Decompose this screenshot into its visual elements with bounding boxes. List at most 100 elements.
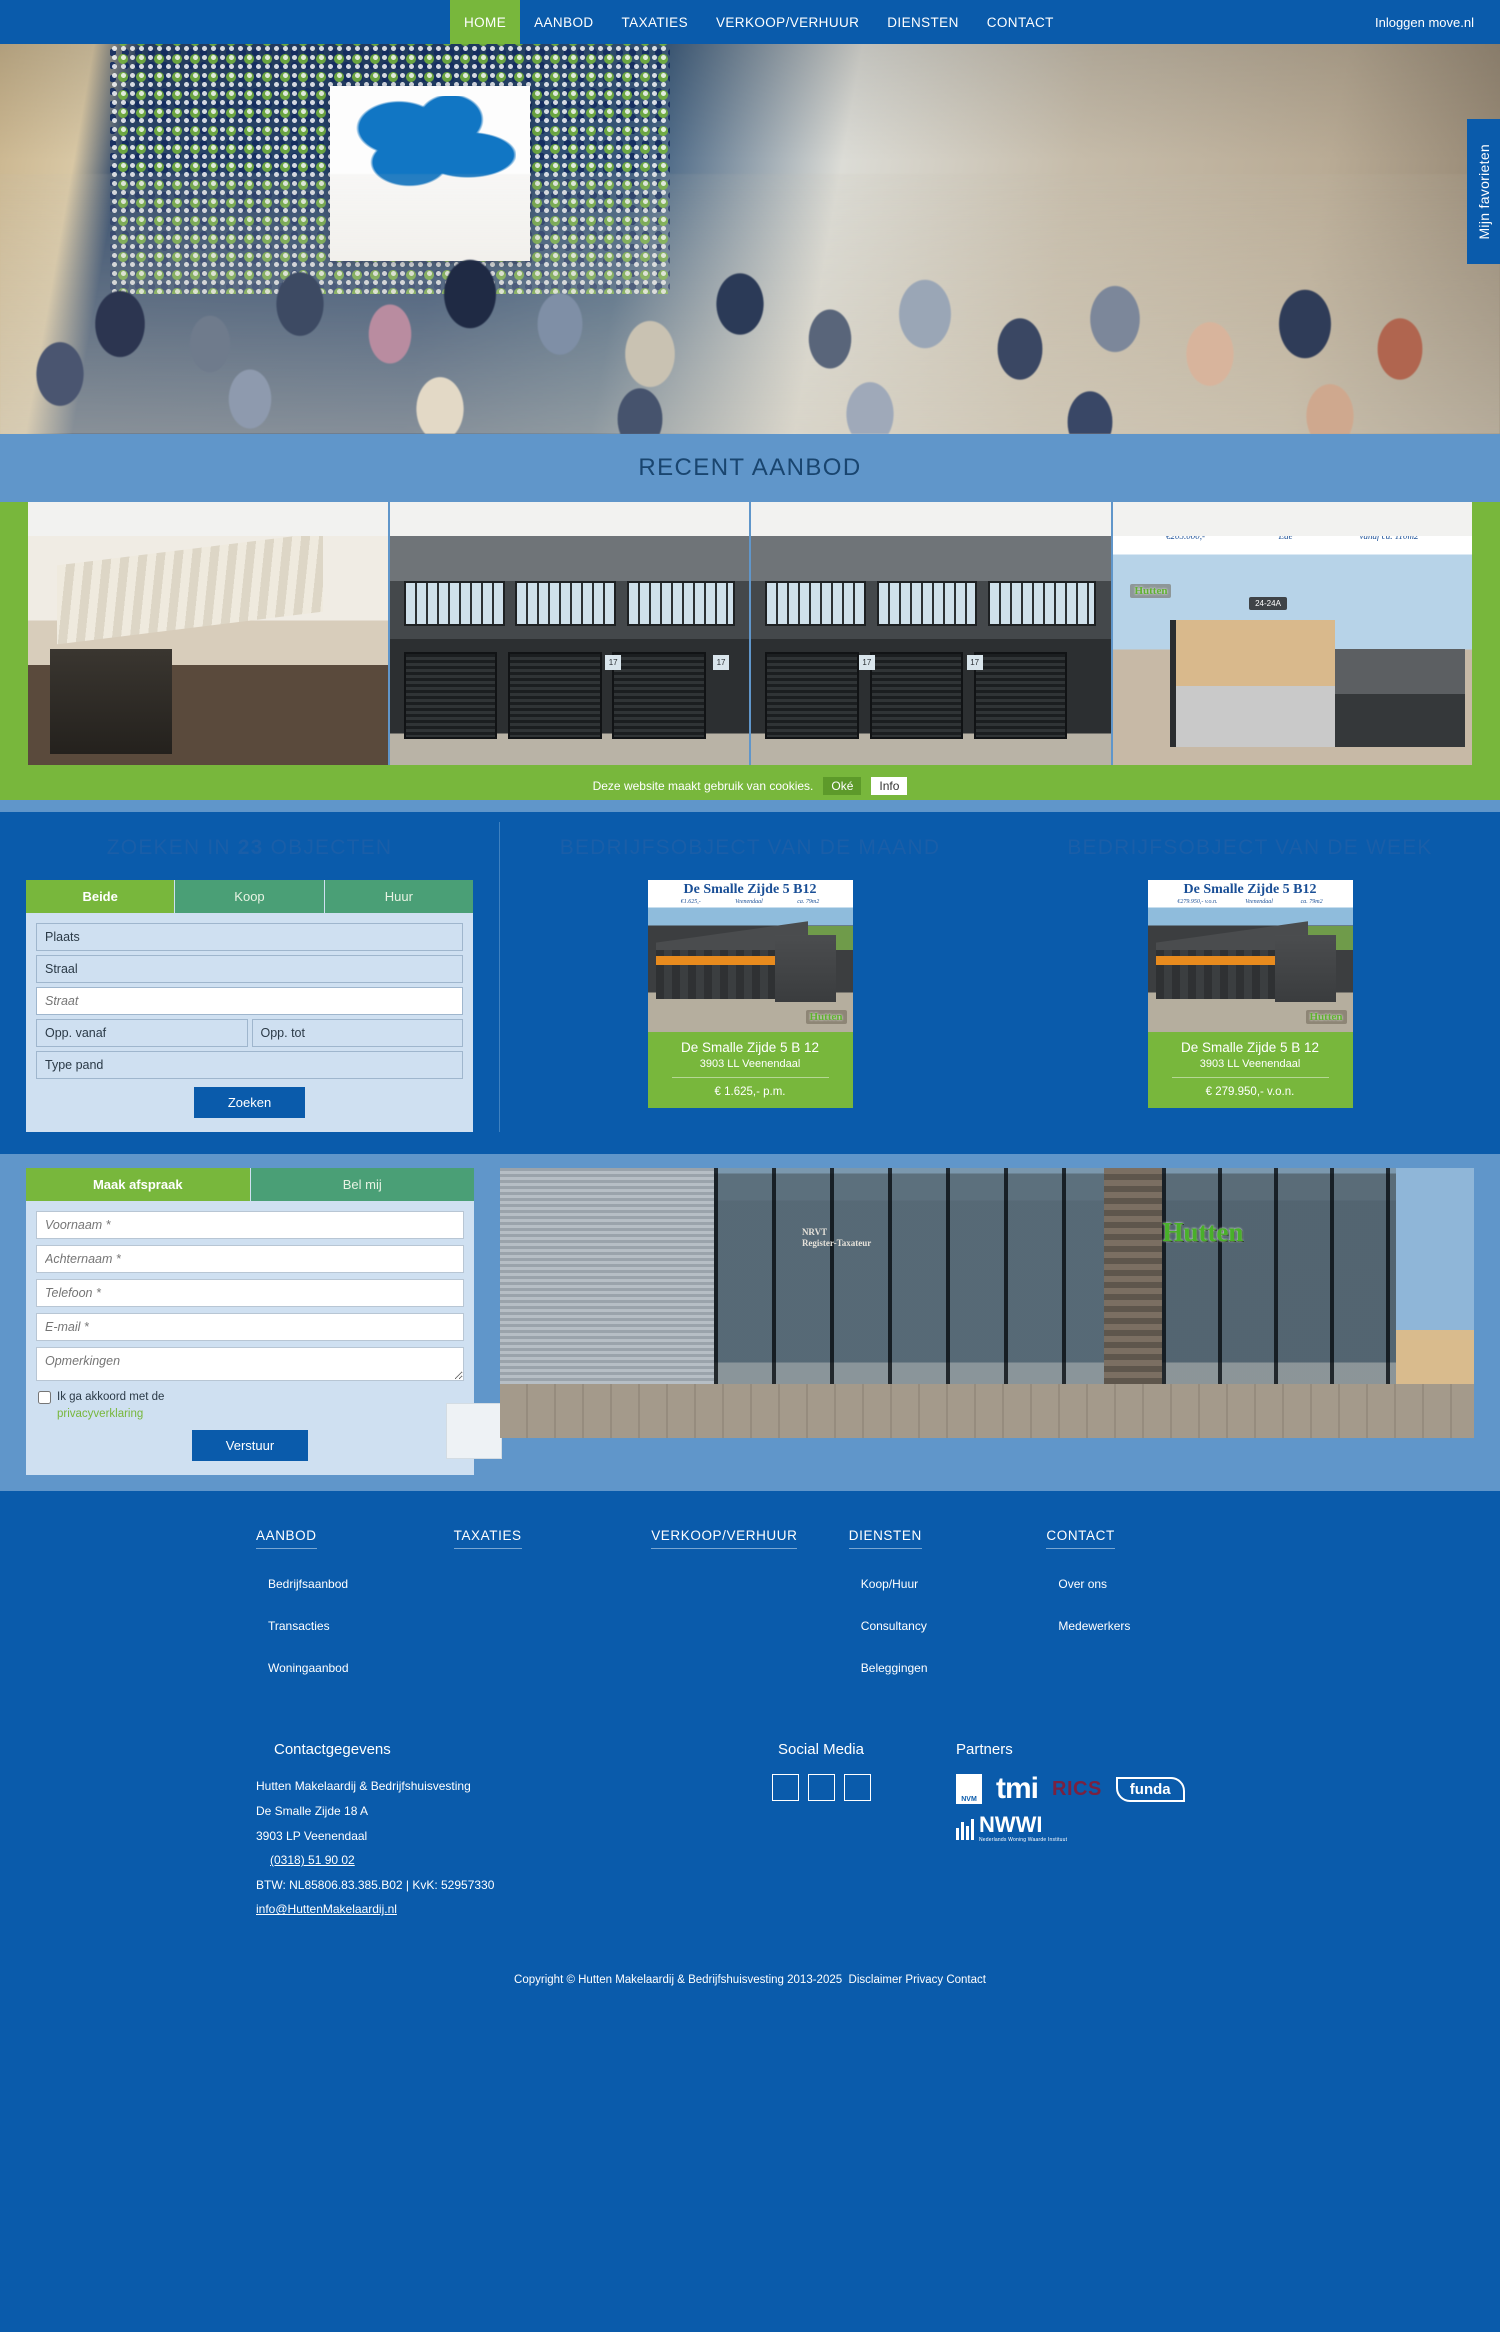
footer-email-link[interactable]: info@HuttenMakelaardij.nl — [256, 1902, 397, 1916]
recent-card-1-header — [28, 502, 388, 536]
nwwi-logo-text: NWWI — [979, 1812, 1043, 1838]
featured-week-side — [1274, 934, 1337, 1002]
recent-card-1[interactable] — [28, 502, 390, 765]
footer-phone-link[interactable]: (0318) 51 90 02 — [270, 1853, 355, 1867]
rics-logo-icon[interactable]: RICS — [1052, 1778, 1102, 1801]
office-glass-left — [714, 1168, 1104, 1384]
search-submit-button[interactable]: Zoeken — [193, 1087, 306, 1118]
privacy-checkbox[interactable] — [38, 1391, 51, 1404]
twitter-icon[interactable] — [843, 1774, 871, 1802]
search-select-opp-vanaf[interactable]: Opp. vanaf — [36, 1019, 248, 1047]
nav-item-aanbod[interactable]: AANBOD — [520, 0, 607, 44]
hutten-logo-icon: Hutten — [805, 1010, 847, 1024]
footer-link-beleggingen[interactable]: Beleggingen — [861, 1661, 1047, 1675]
page-root: HOME AANBOD TAXATIES VERKOOP/VERHUUR DIE… — [0, 0, 1500, 2004]
search-select-straal[interactable]: Straal — [36, 955, 463, 983]
recent-offer-strip: 17 17 17 17 Morsestraat 24-24K — [0, 502, 1500, 772]
cookie-info-button[interactable]: Info — [871, 777, 908, 795]
privacy-link[interactable]: privacyverklaring — [57, 1408, 143, 1420]
featured-week-card[interactable]: De Smalle Zijde 5 B12 €279.950,- v.o.n. … — [1147, 880, 1353, 1108]
footer-link-koop-huur[interactable]: Koop/Huur — [861, 1577, 1047, 1591]
footer-head-taxaties[interactable]: TAXATIES — [453, 1528, 522, 1550]
nwwi-bars-icon — [956, 1818, 974, 1840]
nav-item-contact[interactable]: CONTACT — [973, 0, 1068, 44]
footer-link-over-ons[interactable]: Over ons — [1058, 1577, 1244, 1591]
search-tab-huur[interactable]: Huur — [324, 880, 473, 913]
featured-week-heading: BEDRIJFSOBJECT VAN DE WEEK — [1067, 836, 1433, 859]
footer-link-bedrijfsaanbod[interactable]: Bedrijfsaanbod — [268, 1577, 454, 1591]
footer-link-consultancy[interactable]: Consultancy — [861, 1619, 1047, 1633]
nwwi-logo-subtitle: Nederlands Woning Waarde Instituut — [979, 1837, 1068, 1844]
tmi-logo-icon[interactable]: tmi — [996, 1774, 1039, 1804]
cookie-accept-button[interactable]: Oké — [823, 777, 862, 795]
nav-item-home[interactable]: HOME — [450, 0, 521, 44]
footer-head-verkoop-verhuur[interactable]: VERKOOP/VERHUUR — [651, 1528, 798, 1550]
search-tab-beide[interactable]: Beide — [26, 880, 176, 913]
copyright-text: Copyright © Hutten Makelaardij & Bedrijf… — [514, 1973, 843, 1986]
contact-tab-maak-afspraak[interactable]: Maak afspraak — [26, 1168, 251, 1201]
office-stone-column — [1103, 1168, 1163, 1384]
last-name-field[interactable] — [36, 1245, 464, 1273]
divider-band — [0, 800, 1500, 812]
recaptcha-badge — [446, 1403, 502, 1460]
footer-link-woningaanbod[interactable]: Woningaanbod — [268, 1661, 454, 1675]
search-tab-koop[interactable]: Koop — [175, 880, 325, 913]
footer-link-medewerkers[interactable]: Medewerkers — [1058, 1619, 1244, 1633]
footer-contact-block: Contactgegevens Hutten Makelaardij & Bed… — [256, 1741, 686, 1922]
footer-nav-columns: AANBOD Bedrijfsaanbod Transacties Woning… — [0, 1527, 1500, 1703]
search-select-opp-tot[interactable]: Opp. tot — [251, 1019, 463, 1047]
search-heading: ZOEKEN IN 23 OBJECTEN — [26, 836, 473, 860]
footer-head-contact[interactable]: CONTACT — [1046, 1528, 1115, 1550]
cookie-bar: Deze website maakt gebruik van cookies. … — [0, 772, 1500, 800]
nav-item-diensten[interactable]: DIENSTEN — [873, 0, 972, 44]
nav-item-verkoop-verhuur[interactable]: VERKOOP/VERHUUR — [702, 0, 873, 44]
contact-footer-link[interactable]: Contact — [946, 1974, 986, 1986]
footer-company: Hutten Makelaardij & Bedrijfshuisvesting — [256, 1779, 471, 1794]
favorites-tab[interactable]: Mijn favorieten — [1467, 119, 1500, 264]
recent-card-4[interactable]: Morsestraat 24-24K €205.000,- * Ede vana… — [1112, 502, 1472, 765]
recent-card-1-image — [28, 502, 388, 765]
nvm-logo-icon[interactable]: NVM — [956, 1774, 982, 1805]
nrvt-sign-icon: NRVT Register-Taxateur — [801, 1227, 872, 1248]
remarks-field[interactable] — [36, 1347, 464, 1381]
hero-crowd — [0, 174, 1500, 434]
search-input-straat[interactable] — [36, 987, 463, 1015]
nav-item-taxaties[interactable]: TAXATIES — [608, 0, 702, 44]
recent-card-2[interactable]: 17 17 — [389, 502, 751, 765]
contact-form: Ik ga akkoord met de privacyverklaring V… — [26, 1201, 474, 1475]
featured-month-price: € 1.625,- p.m. — [714, 1086, 786, 1098]
contact-submit-button[interactable]: Verstuur — [191, 1430, 309, 1462]
search-select-plaats[interactable]: Plaats — [36, 923, 463, 951]
privacy-text: Ik ga akkoord met de privacyverklaring — [57, 1389, 164, 1422]
phone-field[interactable] — [36, 1279, 464, 1307]
contact-tab-bel-mij[interactable]: Bel mij — [250, 1168, 474, 1201]
partner-row-1: NVM tmi RICS funda — [956, 1774, 1244, 1805]
social-icons — [686, 1774, 956, 1802]
search-heading-suffix: OBJECTEN — [263, 836, 393, 859]
search-and-featured-row: ZOEKEN IN 23 OBJECTEN Beide Koop Huur Pl… — [0, 812, 1500, 1154]
footer-link-transacties[interactable]: Transacties — [268, 1619, 454, 1633]
featured-month-card[interactable]: De Smalle Zijde 5 B12 €1.625,- Veenendaa… — [647, 880, 853, 1108]
login-link[interactable]: Inloggen move.nl — [1375, 0, 1500, 44]
search-area-row: Opp. vanaf Opp. tot — [36, 1019, 463, 1051]
footer-copyright: Copyright © Hutten Makelaardij & Bedrijf… — [0, 1922, 1500, 2004]
facebook-icon[interactable] — [771, 1774, 799, 1802]
featured-month-image-price: €1.625,- — [680, 899, 701, 905]
linkedin-icon[interactable] — [807, 1774, 835, 1802]
first-name-field[interactable] — [36, 1211, 464, 1239]
contact-form-box: Maak afspraak Bel mij Ik ga akkoord met … — [26, 1168, 474, 1476]
footer-social-head: Social Media — [778, 1741, 864, 1759]
featured-month-separator — [671, 1077, 829, 1078]
funda-logo-icon[interactable]: funda — [1115, 1776, 1185, 1802]
disclaimer-link[interactable]: Disclaimer — [849, 1974, 903, 1986]
featured-month-info: De Smalle Zijde 5 B 12 3903 LL Veenendaa… — [647, 1032, 853, 1108]
search-select-type-pand[interactable]: Type pand — [36, 1051, 463, 1079]
recent-card-3[interactable]: 17 17 — [751, 502, 1113, 765]
cookie-message: Deze website maakt gebruik van cookies. — [592, 779, 814, 793]
nwwi-logo-icon[interactable]: NWWI Nederlands Woning Waarde Instituut — [956, 1814, 1067, 1843]
email-field[interactable] — [36, 1313, 464, 1341]
footer-head-diensten[interactable]: DIENSTEN — [848, 1528, 922, 1550]
privacy-footer-link[interactable]: Privacy — [905, 1974, 943, 1986]
footer-head-aanbod[interactable]: AANBOD — [256, 1528, 317, 1550]
